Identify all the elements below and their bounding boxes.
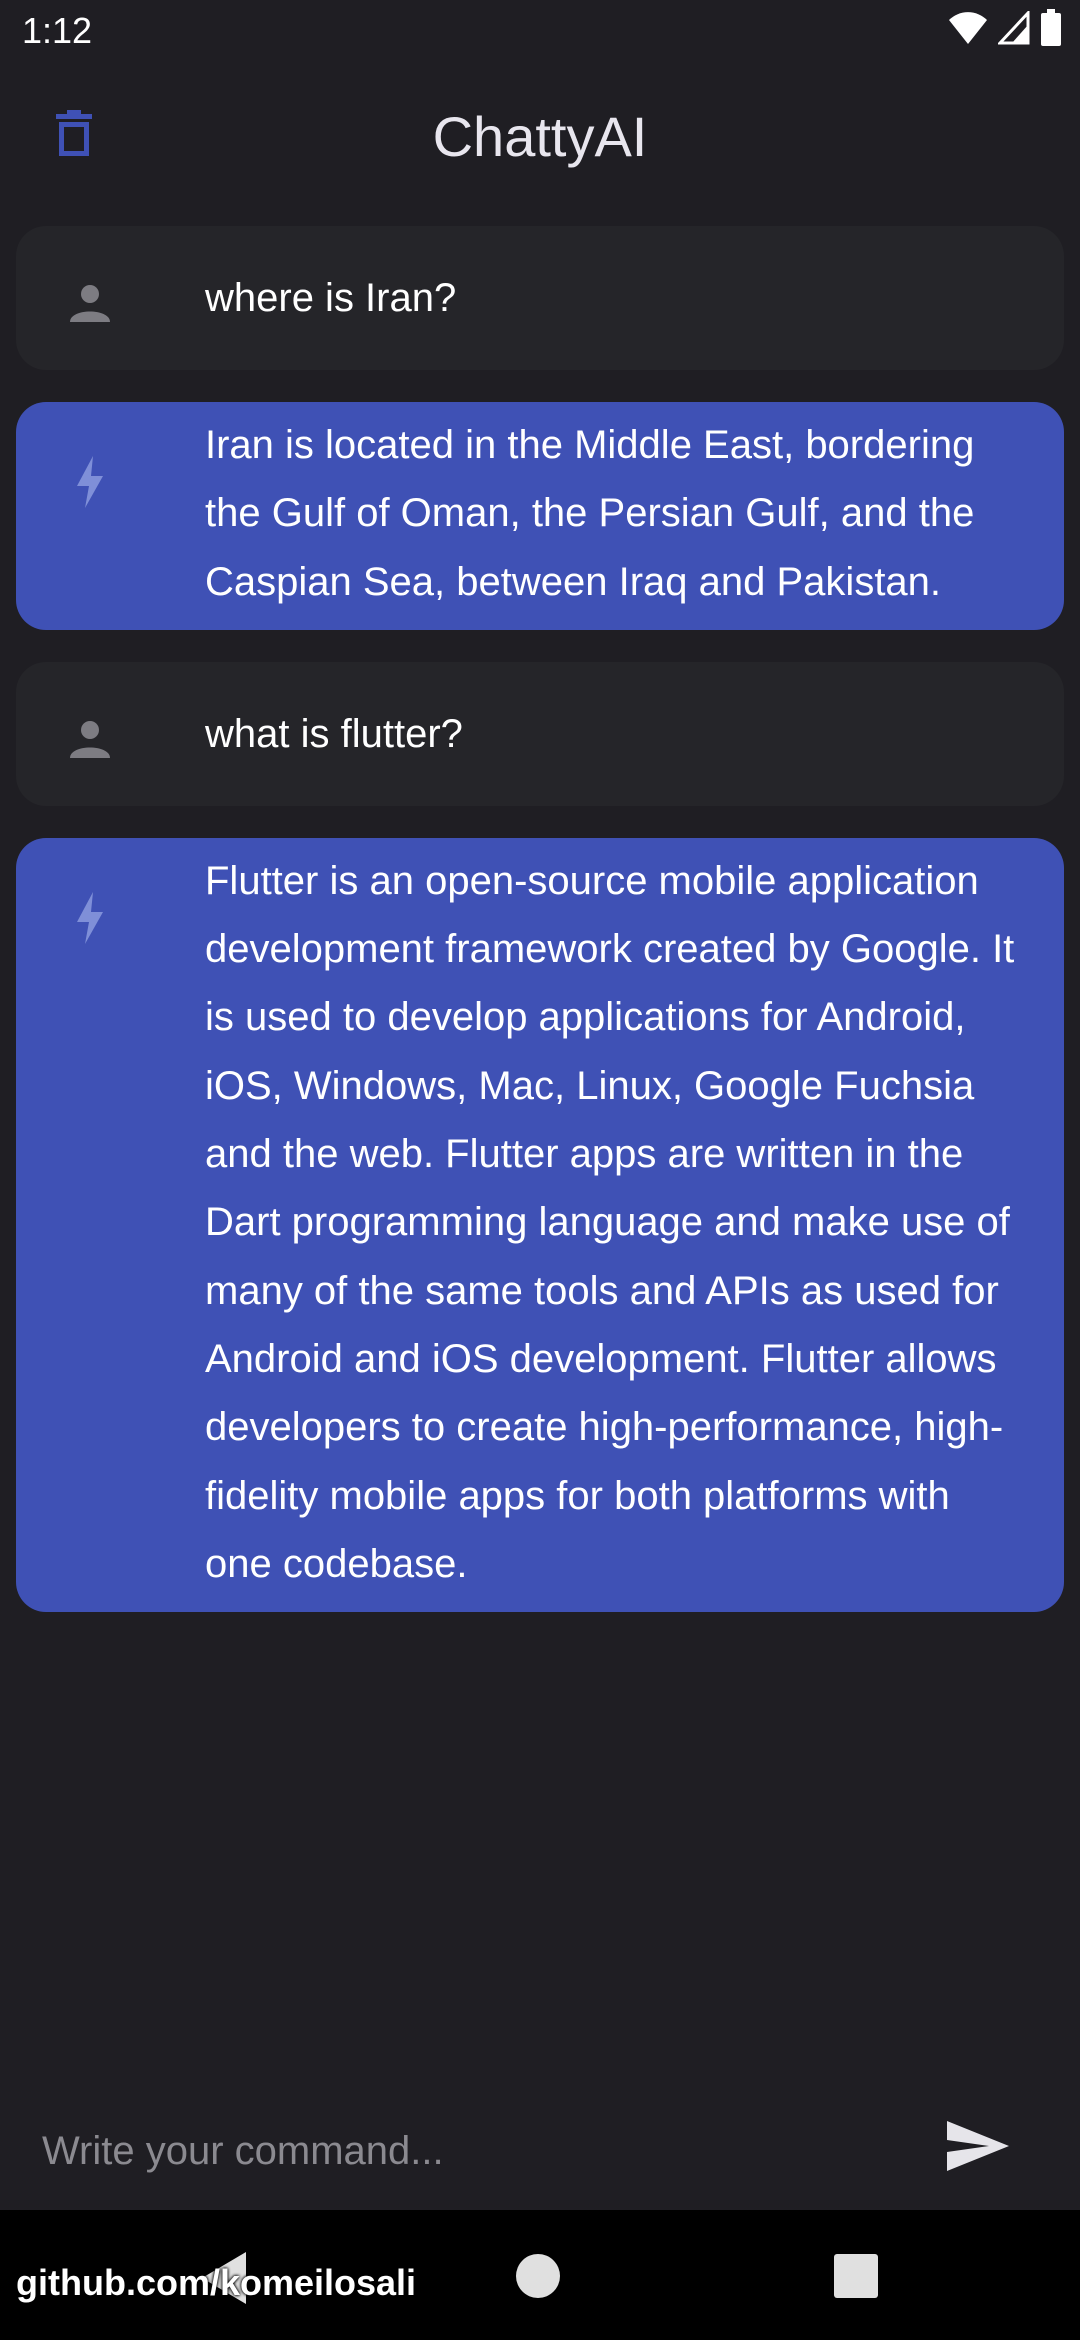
bolt-icon <box>60 452 120 512</box>
message-text: where is Iran? <box>205 276 457 320</box>
status-time: 1:12 <box>22 10 93 51</box>
user-message: where is Iran? <box>16 226 1064 370</box>
wifi-icon <box>948 11 988 50</box>
status-icons <box>948 8 1062 52</box>
app-bar: ChattyAI <box>0 64 1080 204</box>
message-text: Iran is located in the Middle East, bord… <box>205 423 975 604</box>
message-text: Flutter is an open-source mobile applica… <box>205 858 1015 1586</box>
bolt-icon <box>60 888 120 948</box>
status-bar: 1:12 <box>0 0 1080 64</box>
message-text: what is flutter? <box>205 711 463 756</box>
battery-icon <box>1040 8 1062 52</box>
person-icon <box>60 708 120 768</box>
home-icon[interactable] <box>516 2254 560 2298</box>
bot-message: Iran is located in the Middle East, bord… <box>16 402 1064 630</box>
send-icon <box>947 2120 1009 2176</box>
input-bar <box>0 2090 1080 2210</box>
command-input[interactable] <box>40 2110 884 2192</box>
cellular-signal-icon <box>996 8 1030 50</box>
recents-icon[interactable] <box>834 2254 878 2298</box>
app-title: ChattyAI <box>432 105 648 168</box>
chat-screen: 1:12 ChattyAI where is Iran? Iran is loc… <box>0 0 1080 2340</box>
user-message: what is flutter? <box>16 661 1064 806</box>
person-icon <box>60 272 120 332</box>
message-list: where is Iran? Iran is located in the Mi… <box>16 226 1064 1644</box>
watermark-text: github.com/komeilosali <box>16 2262 417 2303</box>
send-button[interactable] <box>940 2110 1016 2186</box>
bot-message: Flutter is an open-source mobile applica… <box>16 837 1064 1613</box>
